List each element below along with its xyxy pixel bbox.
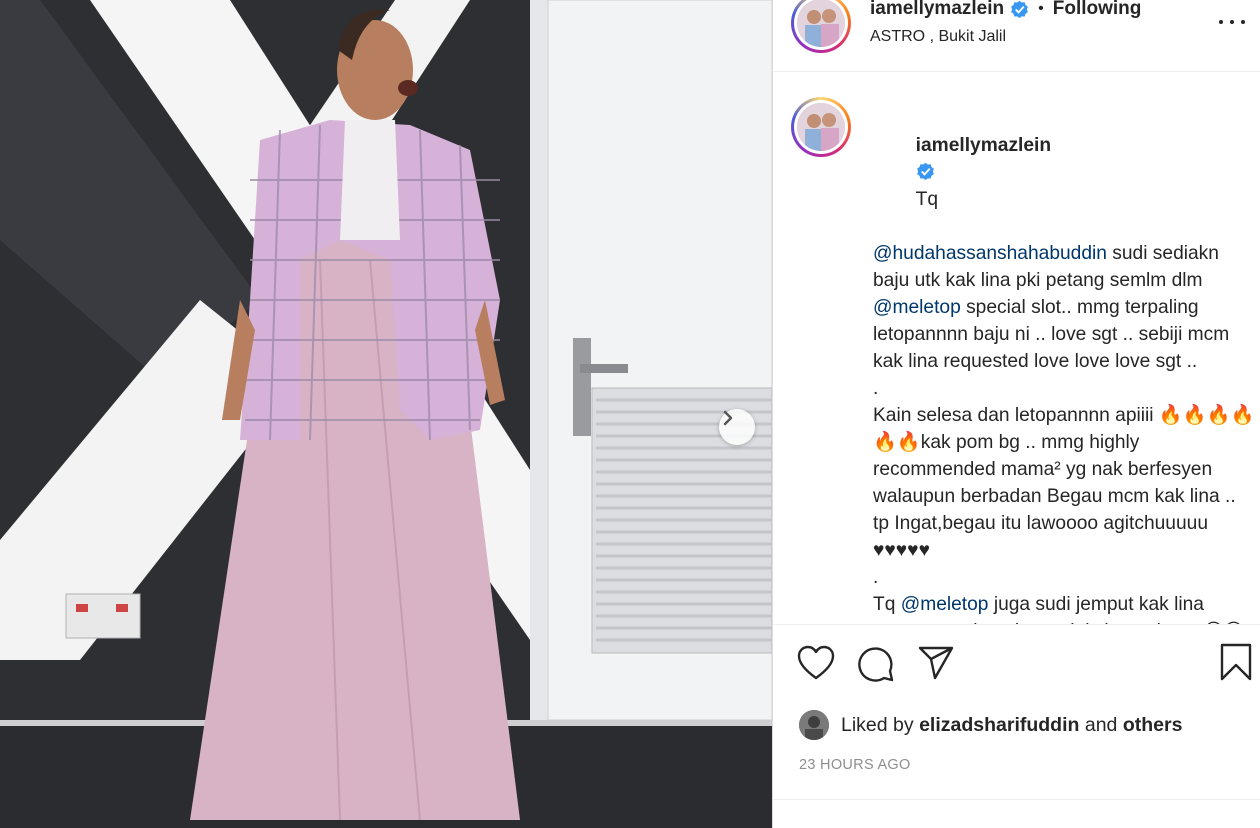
others-link[interactable]: others: [1123, 714, 1183, 737]
post-location[interactable]: ASTRO , Bukit Jalil: [870, 28, 1006, 46]
caption-text-segment: .: [873, 567, 879, 588]
liker-username[interactable]: elizadsharifuddin: [919, 714, 1079, 737]
caption-line: .: [873, 564, 1255, 591]
caption-text-segment: Tq: [873, 594, 901, 615]
chevron-right-icon: [723, 410, 733, 426]
caption-line: Kain selesa dan letopannnn apiiii 🔥🔥🔥🔥🔥🔥…: [873, 402, 1255, 564]
avatar-image: [797, 0, 845, 47]
post-timestamp[interactable]: 23 HOURS AGO: [799, 757, 911, 773]
mention-link[interactable]: @meletop: [901, 594, 989, 615]
liker-avatar[interactable]: [799, 710, 829, 740]
mention-link[interactable]: @meletop: [873, 297, 961, 318]
post-header: iamellymazlein • Following ASTRO , Bukit…: [773, 0, 1260, 72]
comment-icon[interactable]: [857, 645, 895, 683]
likes-joiner: and: [1084, 713, 1118, 736]
header-username[interactable]: iamellymazlein: [870, 0, 1004, 20]
mention-link[interactable]: @hudahassanshahabuddin: [873, 243, 1107, 264]
heart-icon[interactable]: [797, 645, 835, 681]
post-photo[interactable]: [0, 0, 772, 828]
caption-area: iamellymazlein Tq @hudahassanshahabuddin…: [773, 72, 1260, 624]
verified-badge-icon: [1011, 0, 1028, 18]
liked-by-label: Liked by: [841, 713, 914, 736]
likes-summary: Liked by elizadsharifuddin and others: [799, 710, 1182, 740]
post-actions: Liked by elizadsharifuddin and others 23…: [773, 624, 1260, 828]
photo-illustration: [0, 0, 772, 828]
verified-badge-icon: [916, 162, 934, 181]
caption-text-segment: Tq: [915, 189, 939, 210]
caption-username[interactable]: iamellymazlein: [916, 135, 1051, 156]
following-button[interactable]: Following: [1053, 0, 1142, 20]
comment-bar: [773, 799, 1260, 828]
avatar-image: [797, 103, 845, 151]
avatar-image: [799, 710, 829, 740]
caption-avatar[interactable]: [791, 97, 851, 157]
header-avatar[interactable]: [791, 0, 851, 53]
bookmark-icon[interactable]: [1219, 643, 1253, 681]
caption-line: .: [873, 375, 1255, 402]
caption-text: iamellymazlein Tq @hudahassanshahabuddin…: [873, 105, 1255, 624]
caption-line: @hudahassanshahabuddin sudi sediakn baju…: [873, 240, 1255, 375]
caption-line: iamellymazlein Tq: [873, 105, 1255, 240]
more-options-icon[interactable]: [1219, 12, 1245, 32]
post-sidebar: iamellymazlein • Following ASTRO , Bukit…: [772, 0, 1260, 828]
caption-text-segment: .: [873, 378, 879, 399]
paper-plane-icon[interactable]: [917, 645, 955, 681]
caption-line: Tq @meletop juga sudi jemput kak lina pe…: [873, 591, 1255, 624]
caption-text-segment: Kain selesa dan letopannnn apiiii 🔥🔥🔥🔥🔥🔥…: [873, 405, 1255, 561]
next-photo-button[interactable]: [719, 409, 755, 445]
separator-dot: •: [1038, 0, 1044, 17]
